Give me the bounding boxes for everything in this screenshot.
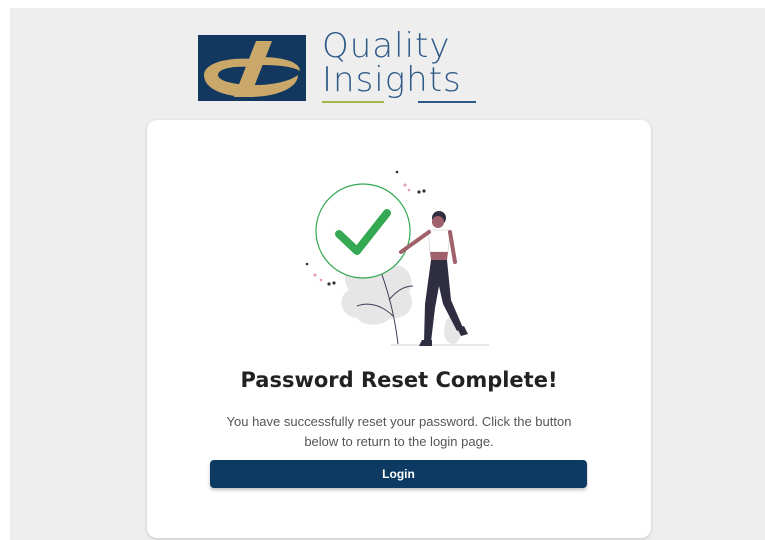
quality-insights-logo: Quality Insights [198,29,488,105]
page-title: Password Reset Complete! [240,368,558,392]
success-illustration-icon [305,170,489,346]
logo-mark-icon [198,35,306,101]
logo-text-insights: Insights [322,60,462,100]
password-reset-card: Password Reset Complete! You have succes… [147,120,651,538]
logo-text-quality: Quality [322,26,451,66]
login-button[interactable]: Login [210,460,587,488]
logo-underline-blue [418,101,476,103]
success-message: You have successfully reset your passwor… [226,414,572,449]
logo-underline-green [322,101,384,103]
